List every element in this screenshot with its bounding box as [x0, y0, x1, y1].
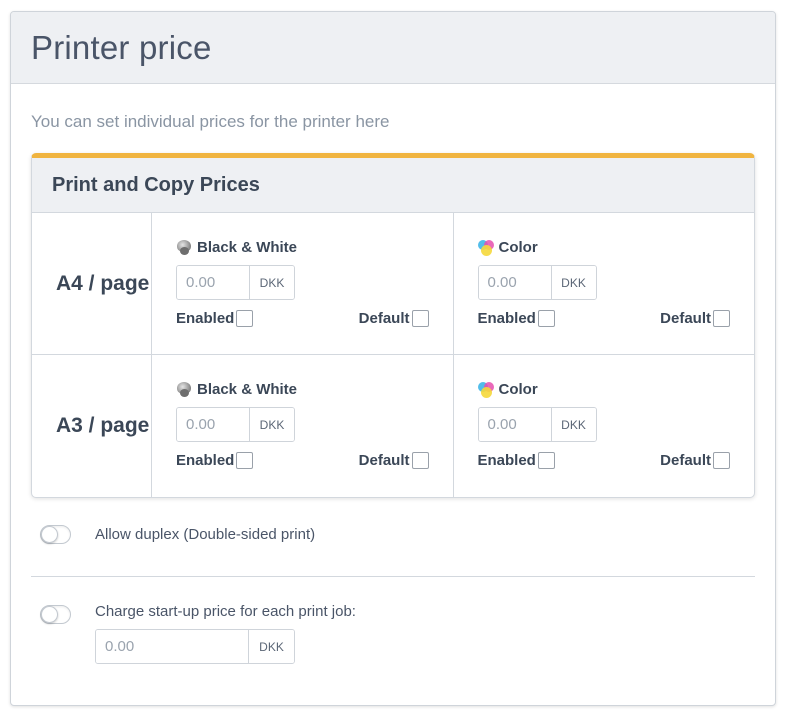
cell-title: Black & White [197, 380, 298, 398]
enabled-option[interactable]: Enabled [478, 310, 555, 327]
startup-price-input[interactable] [96, 630, 248, 663]
startup-price-toggle[interactable] [40, 605, 71, 624]
currency-addon: DKK [249, 408, 294, 441]
enabled-option[interactable]: Enabled [176, 310, 254, 327]
price-input-group: DKK [477, 265, 597, 300]
duplex-label: Allow duplex (Double-sided print) [95, 525, 316, 543]
card-title: Print and Copy Prices [52, 173, 260, 196]
default-checkbox-a4-bw[interactable] [411, 310, 429, 327]
price-input-group: DKK [176, 407, 295, 442]
price-cell-a3-bw: Black & White DKK Enabled Default [152, 355, 453, 497]
currency-addon: DKK [550, 408, 596, 441]
price-input-a3-color[interactable] [478, 408, 551, 441]
default-option[interactable]: Default [660, 452, 730, 469]
enabled-label: Enabled [477, 452, 536, 469]
card-header: Print and Copy Prices [32, 158, 754, 213]
default-checkbox-a4-color[interactable] [713, 310, 730, 327]
startup-price-label: Charge start-up price for each print job… [95, 603, 356, 620]
cell-head: Color [477, 237, 731, 257]
currency-addon: DKK [550, 266, 596, 299]
default-label: Default [358, 310, 410, 327]
cell-head: Black & White [176, 237, 429, 257]
row-label-a4: A4 / page [32, 213, 152, 354]
bw-ink-icon [176, 239, 193, 256]
price-cell-a3-color: Color DKK Enabled Default [452, 355, 755, 497]
cell-title: Black & White [197, 238, 298, 256]
panel-header: Printer price [11, 12, 775, 84]
startup-price-setting: Charge start-up price for each print job… [31, 603, 755, 664]
default-label: Default [660, 452, 711, 469]
enabled-checkbox-a4-bw[interactable] [236, 310, 254, 327]
price-input-a4-bw[interactable] [177, 266, 249, 299]
enabled-checkbox-a4-color[interactable] [537, 310, 555, 327]
duplex-setting: Allow duplex (Double-sided print) [31, 523, 755, 545]
currency-addon: DKK [249, 266, 294, 299]
divider [31, 576, 755, 577]
price-row-a4: A4 / page Black & White DKK Enabled [32, 213, 754, 355]
cell-options: Enabled Default [176, 452, 429, 469]
price-row-a3: A3 / page Black & White DKK Enabled [32, 355, 754, 497]
startup-price-input-group: DKK [95, 629, 295, 664]
print-copy-prices-card: Print and Copy Prices A4 / page Black & … [31, 153, 755, 498]
panel-title: Printer price [31, 28, 212, 66]
cell-head: Black & White [176, 379, 429, 399]
currency-addon: DKK [248, 630, 294, 663]
price-cell-a4-color: Color DKK Enabled Default [452, 213, 755, 354]
startup-content: Charge start-up price for each print job… [95, 603, 356, 664]
price-input-a4-color[interactable] [478, 266, 551, 299]
panel-description: You can set individual prices for the pr… [31, 112, 390, 131]
price-cell-a4-bw: Black & White DKK Enabled Default [152, 213, 453, 354]
default-checkbox-a3-color[interactable] [713, 452, 730, 469]
default-label: Default [660, 310, 711, 327]
default-option[interactable]: Default [359, 452, 429, 469]
duplex-toggle[interactable] [40, 524, 71, 544]
row-label-a3: A3 / page [32, 355, 152, 497]
default-checkbox-a3-bw[interactable] [411, 452, 429, 469]
cell-title: Color [498, 238, 538, 256]
price-input-group: DKK [477, 407, 597, 442]
enabled-option[interactable]: Enabled [176, 452, 254, 469]
enabled-label: Enabled [477, 310, 536, 327]
enabled-checkbox-a3-bw[interactable] [236, 452, 254, 469]
cell-options: Enabled Default [478, 310, 730, 327]
color-ink-icon [477, 239, 495, 256]
cell-title: Color [498, 380, 538, 398]
color-ink-icon [477, 381, 495, 398]
enabled-checkbox-a3-color[interactable] [537, 452, 555, 469]
cell-head: Color [477, 379, 731, 399]
price-input-group: DKK [176, 265, 295, 300]
toggle-knob [41, 525, 58, 543]
enabled-label: Enabled [176, 310, 235, 327]
toggle-knob [41, 606, 58, 623]
cell-options: Enabled Default [478, 452, 730, 469]
default-option[interactable]: Default [359, 310, 429, 327]
panel-body: You can set individual prices for the pr… [11, 112, 775, 664]
bw-ink-icon [176, 381, 193, 398]
enabled-option[interactable]: Enabled [478, 452, 555, 469]
default-option[interactable]: Default [660, 310, 730, 327]
default-label: Default [358, 452, 410, 469]
price-input-a3-bw[interactable] [177, 408, 249, 441]
enabled-label: Enabled [176, 452, 235, 469]
printer-price-panel: Printer price You can set individual pri… [10, 11, 776, 706]
cell-options: Enabled Default [176, 310, 429, 327]
